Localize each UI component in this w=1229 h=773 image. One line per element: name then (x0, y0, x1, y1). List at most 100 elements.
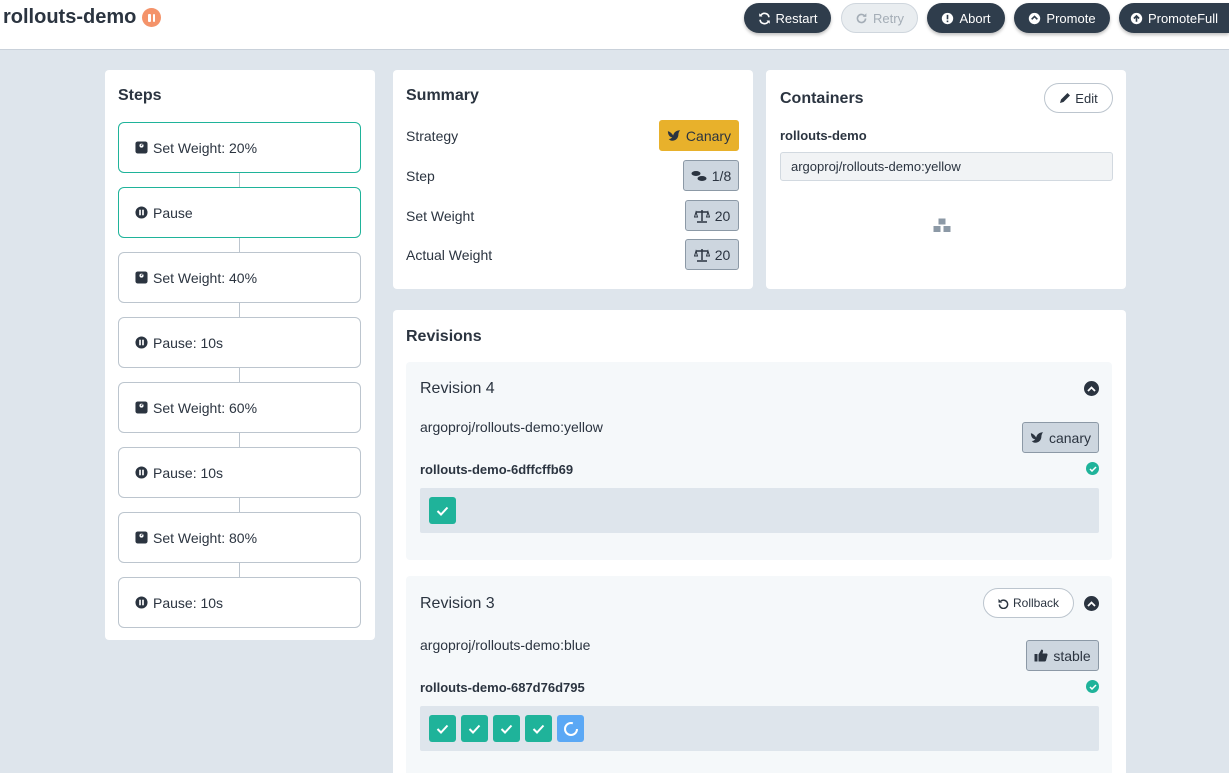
balance-scale-icon (693, 248, 710, 262)
badge-label: canary (1048, 429, 1092, 446)
containers-title: Containers (780, 90, 864, 107)
step-pause[interactable]: Pause: 10s (118, 317, 361, 368)
pause-icon (135, 596, 148, 609)
step-set-weight[interactable]: Set Weight: 40% (118, 252, 361, 303)
badge-label: stable (1053, 647, 1091, 664)
pause-icon (135, 206, 148, 219)
revision-card: Revision 3 Rollback argoproj/rollouts-de… (406, 576, 1112, 773)
revision-title: Revision 3 (420, 595, 495, 612)
arrow-up-circle-icon (1029, 12, 1041, 24)
summary-title: Summary (406, 87, 479, 104)
strategy-value: Canary (685, 127, 732, 144)
abort-label: Abort (959, 10, 991, 26)
promote-full-label: PromoteFull (1147, 10, 1219, 26)
canary-bird-icon (667, 130, 681, 141)
rollback-label: Rollback (1012, 596, 1060, 610)
summary-panel: Summary Strategy Canary Step 1/8 Set Wei… (393, 70, 753, 289)
check-circle-icon (1086, 680, 1099, 693)
step-label: Set Weight: 20% (153, 139, 258, 156)
stable-badge: stable (1026, 640, 1099, 671)
refresh-icon (758, 12, 770, 24)
step-connector (239, 238, 240, 252)
abort-button[interactable]: Abort (927, 3, 1005, 33)
step-set-weight[interactable]: Set Weight: 60% (118, 382, 361, 433)
step-connector (239, 173, 240, 187)
step-connector (239, 368, 240, 382)
pod-healthy[interactable] (493, 715, 520, 742)
containers-panel: Containers Edit rollouts-demo argoproj/r… (766, 70, 1126, 289)
check-icon (436, 506, 449, 516)
set-weight-value: 20 (714, 207, 731, 224)
pod-progressing[interactable] (557, 715, 584, 742)
step-badge: 1/8 (683, 160, 739, 191)
check-icon (500, 724, 513, 734)
step-set-weight[interactable]: Set Weight: 20% (118, 122, 361, 173)
step-label: Set Weight: 40% (153, 269, 258, 286)
container-name: rollouts-demo (780, 128, 867, 143)
strategy-badge: Canary (659, 120, 739, 151)
promote-label: Promote (1046, 10, 1096, 26)
step-label: Pause: 10s (153, 594, 224, 611)
set-weight-badge: 20 (685, 200, 739, 231)
pod-healthy[interactable] (429, 715, 456, 742)
steps-title: Steps (118, 87, 162, 104)
replicaset-name: rollouts-demo-6dffcffb69 (420, 462, 574, 477)
edit-label: Edit (1075, 90, 1098, 106)
thumbs-up-icon (1034, 649, 1048, 662)
pause-icon (135, 466, 148, 479)
revision-image: argoproj/rollouts-demo:blue (420, 637, 591, 653)
check-icon (532, 724, 545, 734)
step-set-weight[interactable]: Set Weight: 80% (118, 512, 361, 563)
retry-icon (856, 12, 867, 23)
chevron-up-icon[interactable] (1084, 596, 1099, 611)
revisions-title: Revisions (406, 328, 482, 345)
header: rollouts-demo Restart Retry Abort Promot… (0, 0, 1229, 50)
set-weight-label: Set Weight (406, 208, 475, 224)
pencil-icon (1060, 93, 1071, 103)
canary-bird-icon (1030, 432, 1044, 443)
spinner-icon (563, 721, 578, 736)
retry-button[interactable]: Retry (841, 3, 918, 33)
actual-weight-badge: 20 (685, 239, 739, 270)
app-title: rollouts-demo (3, 6, 162, 29)
step-pause[interactable]: Pause (118, 187, 361, 238)
step-connector (239, 303, 240, 317)
weight-icon (135, 141, 148, 154)
pod-healthy[interactable] (429, 497, 456, 524)
revision-image: argoproj/rollouts-demo:yellow (420, 419, 603, 435)
weight-icon (135, 271, 148, 284)
weight-icon (135, 401, 148, 414)
restart-label: Restart (775, 10, 818, 26)
promote-full-button[interactable]: PromoteFull (1119, 3, 1229, 33)
step-label: Pause (153, 204, 193, 221)
step-pause[interactable]: Pause: 10s (118, 447, 361, 498)
restart-button[interactable]: Restart (744, 3, 831, 33)
step-pause[interactable]: Pause: 10s (118, 577, 361, 628)
canary-badge: canary (1022, 422, 1099, 453)
arrow-up-circle-icon (1130, 12, 1143, 24)
step-label: Set Weight: 60% (153, 399, 258, 416)
step-label: Pause: 10s (153, 464, 224, 481)
edit-button[interactable]: Edit (1044, 83, 1113, 113)
rollout-name: rollouts-demo (3, 6, 137, 28)
step-value: 1/8 (711, 167, 732, 184)
promote-button[interactable]: Promote (1014, 3, 1110, 33)
chevron-up-icon[interactable] (1084, 381, 1099, 396)
step-label: Step (406, 168, 435, 184)
paused-icon (142, 8, 162, 27)
retry-label: Retry (872, 10, 905, 26)
step-label: Pause: 10s (153, 334, 224, 351)
step-connector (239, 498, 240, 512)
balance-scale-icon (693, 209, 710, 223)
replicaset-name: rollouts-demo-687d76d795 (420, 680, 585, 695)
strategy-label: Strategy (406, 128, 459, 144)
step-connector (239, 563, 240, 577)
undo-icon (998, 598, 1009, 609)
pods-bar (420, 488, 1099, 533)
container-image-field[interactable]: argoproj/rollouts-demo:yellow (780, 152, 1113, 181)
pod-healthy[interactable] (461, 715, 488, 742)
pod-healthy[interactable] (525, 715, 552, 742)
rollback-button[interactable]: Rollback (983, 588, 1074, 618)
check-icon (436, 724, 449, 734)
cubes-icon (933, 218, 951, 232)
